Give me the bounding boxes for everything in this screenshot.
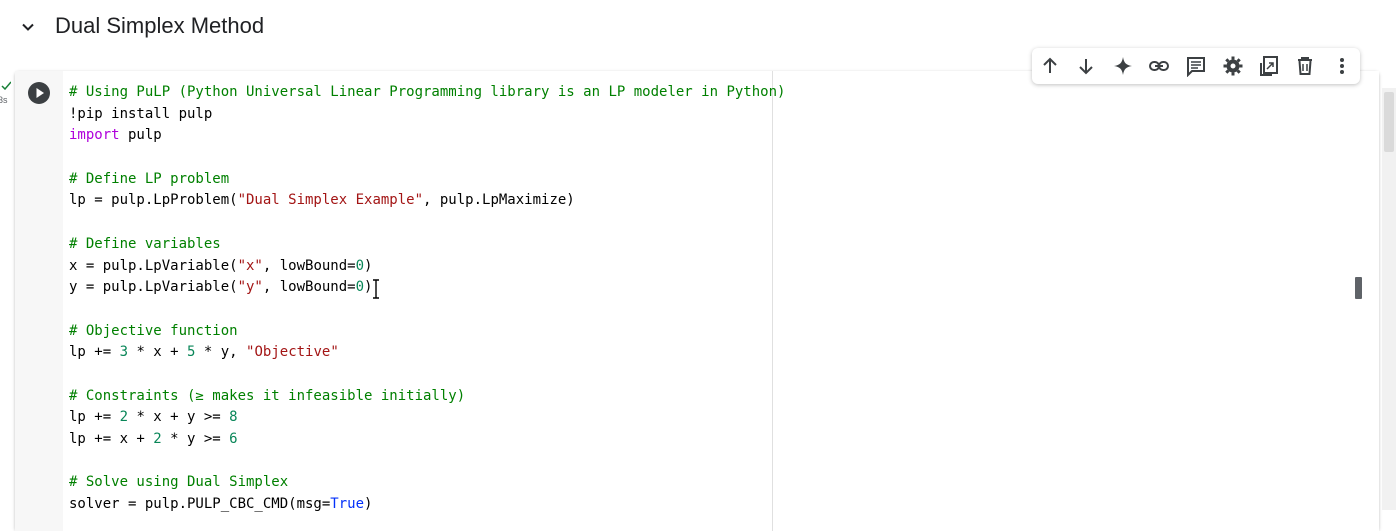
sparkle-icon — [1114, 57, 1132, 75]
code-token: , lowBound= — [262, 257, 356, 274]
code-token: lp += — [69, 344, 120, 361]
comment-icon — [1187, 57, 1205, 78]
code-token: "y" — [237, 279, 263, 296]
code-line[interactable]: # Using PuLP (Python Universal Linear Pr… — [69, 82, 785, 104]
play-icon — [36, 88, 44, 98]
code-line[interactable] — [69, 451, 785, 473]
gemini-button[interactable] — [1112, 55, 1134, 77]
mirror-cell-button[interactable] — [1258, 55, 1280, 77]
code-line[interactable]: lp = pulp.LpProblem("Dual Simplex Exampl… — [69, 190, 785, 212]
check-icon — [1, 81, 11, 90]
code-token: "Objective" — [246, 344, 339, 361]
code-token: 8 — [229, 409, 238, 426]
code-line[interactable]: # Define LP problem — [69, 169, 785, 191]
section-title: Dual Simplex Method — [55, 13, 265, 38]
code-line[interactable]: # Define variables — [69, 234, 785, 256]
code-token: , pulp.LpMaximize) — [423, 192, 575, 209]
add-comment-button[interactable] — [1185, 55, 1207, 78]
more-actions-button[interactable] — [1331, 55, 1353, 77]
code-token: * x + y >= — [128, 409, 230, 426]
cell-gutter — [15, 71, 62, 531]
copy-link-button[interactable] — [1148, 55, 1170, 77]
code-line[interactable]: lp += 2 * x + y >= 8 — [69, 407, 785, 429]
code-token: y = pulp.LpVariable( — [69, 279, 238, 296]
move-cell-up-button[interactable] — [1039, 55, 1061, 77]
code-token: * y, — [195, 344, 247, 361]
code-line[interactable] — [69, 364, 785, 386]
code-token: pulp — [119, 127, 162, 144]
code-token: ) — [364, 257, 373, 274]
code-token: lp += — [69, 409, 120, 426]
code-line[interactable] — [69, 212, 785, 234]
code-token: 0 — [355, 279, 365, 296]
editor-scrollbar-thumb[interactable] — [1355, 277, 1362, 299]
arrow-down-icon — [1079, 59, 1093, 75]
link-icon — [1149, 61, 1169, 71]
code-line[interactable]: x = pulp.LpVariable("x", lowBound=0) — [69, 256, 785, 278]
code-token: 3 — [119, 344, 129, 361]
chevron-down-icon[interactable] — [21, 20, 35, 34]
move-cell-down-button[interactable] — [1075, 55, 1097, 77]
code-token: 0 — [355, 257, 365, 274]
code-token: # Define variables — [69, 235, 221, 252]
code-token: import — [69, 127, 120, 144]
code-token: 6 — [229, 431, 238, 447]
run-cell-button[interactable] — [28, 82, 50, 104]
code-token: !pip install pulp — [69, 105, 213, 122]
code-line[interactable]: !pip install pulp — [69, 104, 785, 126]
code-token: # Define LP problem — [69, 170, 230, 187]
code-token: x = pulp.LpVariable( — [69, 257, 238, 274]
text-cursor-icon — [373, 279, 379, 299]
code-token: # Objective function — [69, 322, 238, 339]
code-token: lp = pulp.LpProblem( — [69, 192, 238, 209]
code-content[interactable]: # Using PuLP (Python Universal Linear Pr… — [69, 82, 785, 516]
code-token: "Dual Simplex Example" — [237, 192, 424, 209]
code-line[interactable]: lp += x + 2 * y >= 6 — [69, 429, 785, 451]
code-token: , lowBound= — [262, 279, 356, 296]
code-token: # Constraints (≥ makes it infeasible ini… — [69, 387, 466, 404]
cell-toolbar — [1032, 48, 1360, 84]
execution-time: 3s — [0, 95, 8, 105]
code-token: # Using PuLP (Python Universal Linear Pr… — [69, 84, 786, 100]
code-line[interactable]: # Objective function — [69, 321, 785, 343]
code-line[interactable]: y = pulp.LpVariable("y", lowBound=0) — [69, 277, 785, 299]
code-line[interactable]: # Constraints (≥ makes it infeasible ini… — [69, 386, 785, 408]
code-token: lp += x + — [69, 431, 154, 447]
cell-settings-button[interactable] — [1222, 55, 1244, 77]
code-token: * x + — [128, 344, 188, 361]
page-scrollbar-thumb[interactable] — [1384, 92, 1394, 152]
code-line[interactable] — [69, 147, 785, 169]
code-line[interactable] — [69, 299, 785, 321]
trash-icon — [1298, 57, 1312, 75]
code-line[interactable]: # Solve using Dual Simplex — [69, 472, 785, 494]
execution-status: 3s — [0, 80, 14, 110]
code-line[interactable]: lp += 3 * x + 5 * y, "Objective" — [69, 342, 785, 364]
code-token: "x" — [237, 257, 263, 274]
code-token: * y >= — [161, 431, 230, 447]
code-token: 2 — [153, 431, 162, 447]
gear-icon — [1223, 56, 1243, 76]
delete-cell-button[interactable] — [1294, 55, 1316, 77]
code-line[interactable]: import pulp — [69, 125, 785, 147]
arrow-up-icon — [1043, 57, 1057, 73]
code-token: # Solve using Dual Simplex — [69, 474, 289, 491]
more-vert-icon — [1340, 58, 1344, 74]
code-line[interactable]: solver = pulp.PULP_CBC_CMD(msg=True) — [69, 494, 785, 516]
mirror-cell-icon — [1260, 56, 1278, 76]
code-token: 2 — [119, 409, 129, 426]
